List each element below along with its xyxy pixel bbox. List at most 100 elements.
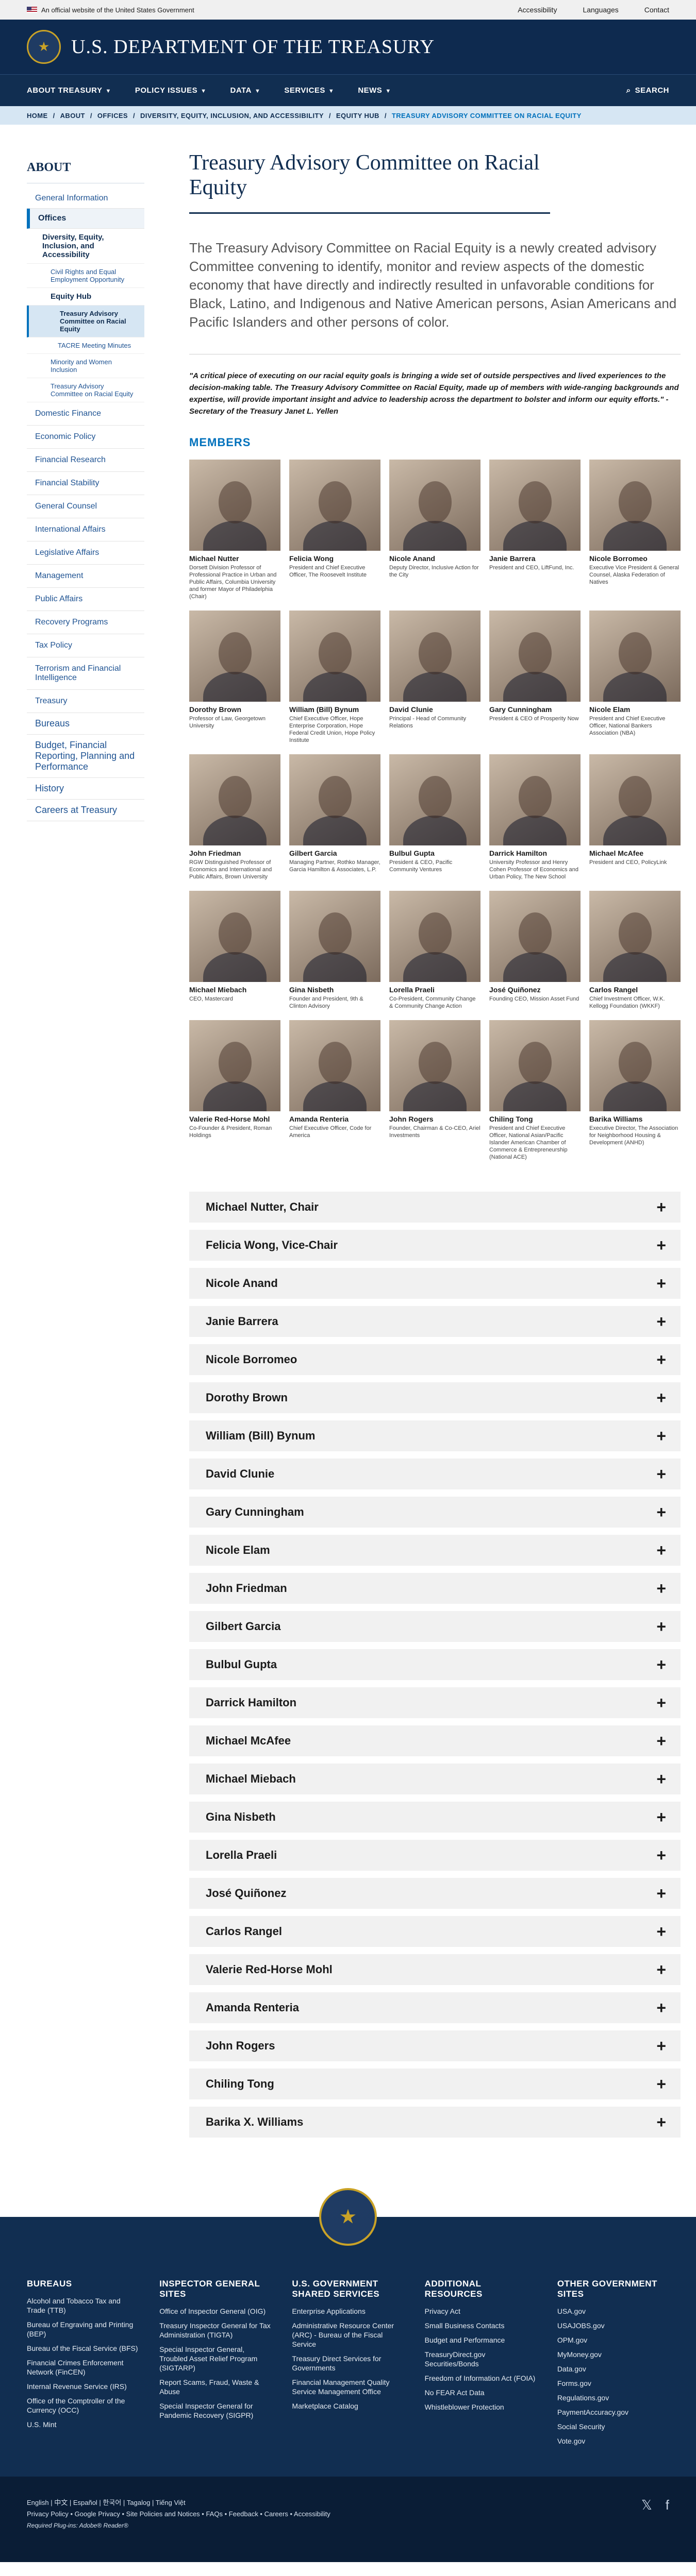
sidebar-item-tax-policy[interactable]: Tax Policy	[27, 634, 144, 657]
plus-icon[interactable]: +	[656, 1693, 666, 1713]
sidebar-item-domestic-finance[interactable]: Domestic Finance	[27, 402, 144, 426]
accordion-item[interactable]: Lorella Praeli +	[189, 1840, 681, 1871]
breadcrumb-equity-hub[interactable]: EQUITY HUB	[336, 112, 379, 120]
sidebar-item-general-counsel[interactable]: General Counsel	[27, 495, 144, 518]
accordion-item[interactable]: John Friedman +	[189, 1573, 681, 1604]
footer-link[interactable]: Data.gov	[557, 2364, 669, 2374]
footer-link[interactable]: Alcohol and Tobacco Tax and Trade (TTB)	[27, 2296, 139, 2315]
nav-policy-issues[interactable]: POLICY ISSUES ▼	[135, 86, 207, 95]
facebook-icon[interactable]: f	[666, 2497, 669, 2513]
plus-icon[interactable]: +	[656, 1541, 666, 1560]
plus-icon[interactable]: +	[656, 2075, 666, 2094]
accordion-item[interactable]: Bulbul Gupta +	[189, 1649, 681, 1680]
nav-data[interactable]: DATA ▼	[230, 86, 261, 95]
sidebar-sub-civil-rights[interactable]: Civil Rights and Equal Employment Opport…	[27, 264, 144, 288]
nav-news[interactable]: NEWS ▼	[358, 86, 391, 95]
footer-link[interactable]: Financial Crimes Enforcement Network (Fi…	[27, 2358, 139, 2377]
accordion-item[interactable]: William (Bill) Bynum +	[189, 1420, 681, 1451]
accessibility-link[interactable]: Accessibility	[518, 6, 557, 14]
accordion-item[interactable]: Dorothy Brown +	[189, 1382, 681, 1413]
accordion-item[interactable]: Janie Barrera +	[189, 1306, 681, 1337]
accordion-item[interactable]: Nicole Anand +	[189, 1268, 681, 1299]
accordion-item[interactable]: Darrick Hamilton +	[189, 1687, 681, 1718]
contact-link[interactable]: Contact	[644, 6, 669, 14]
footer-link[interactable]: Budget and Performance	[425, 2335, 537, 2345]
footer-link[interactable]: U.S. Mint	[27, 2420, 139, 2429]
footer-link[interactable]: Office of Inspector General (OIG)	[159, 2307, 271, 2316]
accordion-item[interactable]: Nicole Elam +	[189, 1535, 681, 1566]
sidebar-sub-deia[interactable]: Diversity, Equity, Inclusion, and Access…	[27, 229, 144, 264]
footer-link[interactable]: USAJOBS.gov	[557, 2321, 669, 2330]
plus-icon[interactable]: +	[656, 1198, 666, 1217]
footer-link[interactable]: Freedom of Information Act (FOIA)	[425, 2374, 537, 2383]
footer-link[interactable]: Whistleblower Protection	[425, 2402, 537, 2412]
footer-link[interactable]: Bureau of Engraving and Printing (BEP)	[27, 2320, 139, 2338]
accordion-item[interactable]: David Clunie +	[189, 1459, 681, 1489]
accordion-item[interactable]: Barika X. Williams +	[189, 2107, 681, 2138]
footer-link[interactable]: Report Scams, Fraud, Waste & Abuse	[159, 2378, 271, 2396]
footer-link[interactable]: USA.gov	[557, 2307, 669, 2316]
sidebar-item-history[interactable]: History	[27, 778, 144, 800]
accordion-item[interactable]: Gina Nisbeth +	[189, 1802, 681, 1833]
footer-link[interactable]: Privacy Act	[425, 2307, 537, 2316]
accordion-item[interactable]: José Quiñonez +	[189, 1878, 681, 1909]
accordion-item[interactable]: Michael Miebach +	[189, 1764, 681, 1794]
sidebar-sub-tacre[interactable]: Treasury Advisory Committee on Racial Eq…	[27, 306, 144, 337]
plus-icon[interactable]: +	[656, 1617, 666, 1636]
plus-icon[interactable]: +	[656, 1884, 666, 1903]
accordion-item[interactable]: Valerie Red-Horse Mohl +	[189, 1954, 681, 1985]
sidebar-item-careers[interactable]: Careers at Treasury	[27, 800, 144, 821]
sidebar-sub-equity-hub[interactable]: Equity Hub	[27, 288, 144, 306]
accordion-item[interactable]: Chiling Tong +	[189, 2069, 681, 2099]
treasury-seal-icon[interactable]: ★	[319, 2188, 377, 2246]
sidebar-sub-tacre-2[interactable]: Treasury Advisory Committee on Racial Eq…	[27, 378, 144, 402]
languages-link[interactable]: Languages	[583, 6, 618, 14]
accordion-item[interactable]: Nicole Borromeo +	[189, 1344, 681, 1375]
plus-icon[interactable]: +	[656, 1503, 666, 1522]
twitter-icon[interactable]: 𝕏	[641, 2497, 652, 2513]
footer-policy-links[interactable]: Privacy Policy • Google Privacy • Site P…	[27, 2509, 330, 2520]
sidebar-sub-tacre-minutes[interactable]: TACRE Meeting Minutes	[27, 337, 144, 354]
site-title[interactable]: U.S. DEPARTMENT OF THE TREASURY	[71, 36, 435, 58]
sidebar-item-international-affairs[interactable]: International Affairs	[27, 518, 144, 541]
accordion-item[interactable]: Gary Cunningham +	[189, 1497, 681, 1528]
search-button[interactable]: ⌕ SEARCH	[626, 86, 669, 95]
accordion-item[interactable]: Gilbert Garcia +	[189, 1611, 681, 1642]
sidebar-item-public-affairs[interactable]: Public Affairs	[27, 588, 144, 611]
plus-icon[interactable]: +	[656, 1655, 666, 1674]
plus-icon[interactable]: +	[656, 1350, 666, 1369]
treasury-seal-icon[interactable]: ★	[27, 30, 61, 64]
plus-icon[interactable]: +	[656, 1922, 666, 1941]
footer-link[interactable]: Treasury Inspector General for Tax Admin…	[159, 2321, 271, 2340]
breadcrumb-home[interactable]: HOME	[27, 112, 48, 120]
footer-link[interactable]: Financial Management Quality Service Man…	[292, 2378, 404, 2396]
language-links[interactable]: English | 中文 | Español | 한국어 | Tagalog |…	[27, 2497, 330, 2509]
plus-icon[interactable]: +	[656, 1960, 666, 1979]
sidebar-item-treasury[interactable]: Treasury	[27, 690, 144, 713]
sidebar-item-management[interactable]: Management	[27, 565, 144, 588]
plus-icon[interactable]: +	[656, 1388, 666, 1408]
sidebar-item-budget[interactable]: Budget, Financial Reporting, Planning an…	[27, 735, 144, 778]
sidebar-item-recovery-programs[interactable]: Recovery Programs	[27, 611, 144, 634]
plus-icon[interactable]: +	[656, 1465, 666, 1484]
accordion-item[interactable]: Amanda Renteria +	[189, 1992, 681, 2023]
footer-link[interactable]: Internal Revenue Service (IRS)	[27, 2382, 139, 2391]
nav-services[interactable]: SERVICES ▼	[284, 86, 334, 95]
plus-icon[interactable]: +	[656, 1579, 666, 1598]
breadcrumb-about[interactable]: ABOUT	[60, 112, 85, 120]
footer-link[interactable]: OPM.gov	[557, 2335, 669, 2345]
footer-link[interactable]: Small Business Contacts	[425, 2321, 537, 2330]
footer-link[interactable]: PaymentAccuracy.gov	[557, 2408, 669, 2417]
plus-icon[interactable]: +	[656, 1732, 666, 1751]
sidebar-item-economic-policy[interactable]: Economic Policy	[27, 426, 144, 449]
footer-link[interactable]: Office of the Comptroller of the Currenc…	[27, 2396, 139, 2415]
accordion-item[interactable]: Carlos Rangel +	[189, 1916, 681, 1947]
accordion-item[interactable]: John Rogers +	[189, 2030, 681, 2061]
footer-link[interactable]: Administrative Resource Center (ARC) - B…	[292, 2321, 404, 2349]
plus-icon[interactable]: +	[656, 1770, 666, 1789]
plus-icon[interactable]: +	[656, 2037, 666, 2056]
footer-link[interactable]: Bureau of the Fiscal Service (BFS)	[27, 2344, 139, 2353]
footer-link[interactable]: MyMoney.gov	[557, 2350, 669, 2359]
breadcrumb-deia[interactable]: DIVERSITY, EQUITY, INCLUSION, AND ACCESS…	[140, 112, 324, 120]
nav-about-treasury[interactable]: ABOUT TREASURY ▼	[27, 86, 111, 95]
